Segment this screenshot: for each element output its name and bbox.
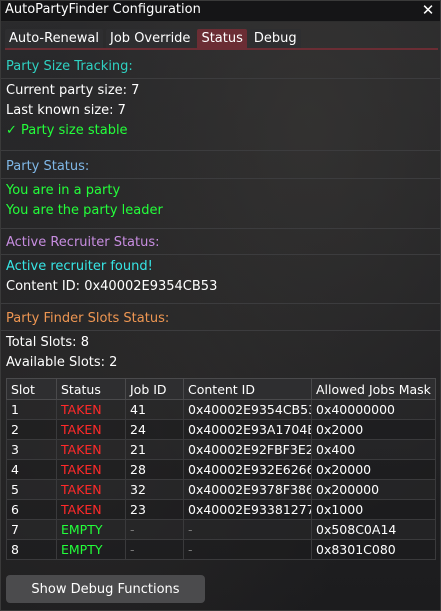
- tab-status[interactable]: Status: [197, 29, 247, 48]
- show-debug-functions-button[interactable]: Show Debug Functions: [6, 575, 205, 603]
- allowed-jobs-mask-cell: 0x400: [311, 439, 436, 460]
- job-id-cell: 41: [125, 399, 184, 420]
- job-id-cell: -: [125, 519, 184, 540]
- allowed-jobs-mask-cell: 0x200000: [311, 479, 436, 500]
- slot-cell: 2: [6, 419, 57, 440]
- section-divider: [1, 178, 440, 179]
- content-id-cell: -: [183, 519, 312, 540]
- table-row: 1 TAKEN 41 0x40002E9354CB53 0x40000000: [6, 399, 436, 420]
- section-divider: [1, 150, 440, 151]
- current-party-size: Current party size: 7: [6, 83, 140, 98]
- allowed-jobs-mask-cell: 0x508C0A14: [311, 519, 436, 540]
- slot-cell: 7: [6, 519, 57, 540]
- section-divider: [1, 228, 440, 229]
- slot-cell: 5: [6, 479, 57, 500]
- tab-underline: [5, 48, 438, 50]
- job-id-cell: 23: [125, 499, 184, 520]
- content-id-cell: 0x40002E93A1704E: [183, 419, 312, 440]
- table-header-row: Slot Status Job ID Content ID Allowed Jo…: [6, 378, 436, 400]
- table-row: 2 TAKEN 24 0x40002E93A1704E 0x2000: [6, 419, 436, 440]
- slot-cell: 3: [6, 439, 57, 460]
- slot-cell: 8: [6, 539, 57, 560]
- col-content-id-header: Content ID: [183, 378, 312, 400]
- job-id-cell: 28: [125, 459, 184, 480]
- allowed-jobs-mask-cell: 0x1000: [311, 499, 436, 520]
- col-job-id-header: Job ID: [125, 378, 184, 400]
- available-slots: Available Slots: 2: [6, 355, 118, 370]
- content-id-cell: 0x40002E92FBF3E2: [183, 439, 312, 460]
- content-id-cell: 0x40002E932E6266: [183, 459, 312, 480]
- status-cell: TAKEN: [56, 479, 126, 500]
- status-cell: EMPTY: [56, 539, 126, 560]
- job-id-cell: 32: [125, 479, 184, 500]
- recruiter-found: Active recruiter found!: [6, 259, 153, 274]
- status-cell: TAKEN: [56, 419, 126, 440]
- tab-job-override[interactable]: Job Override: [106, 29, 195, 48]
- status-cell: TAKEN: [56, 499, 126, 520]
- party-size-header: Party Size Tracking:: [6, 59, 133, 74]
- section-divider: [1, 78, 440, 79]
- config-window: AutoPartyFinder Configuration ✕ Auto-Ren…: [0, 0, 441, 611]
- status-cell: TAKEN: [56, 439, 126, 460]
- tab-bar: Auto-Renewal Job Override Status Debug: [5, 29, 301, 49]
- slots-header: Party Finder Slots Status:: [6, 311, 170, 326]
- total-slots: Total Slots: 8: [6, 335, 89, 350]
- slot-cell: 6: [6, 499, 57, 520]
- job-id-cell: 21: [125, 439, 184, 460]
- col-status-header: Status: [56, 378, 126, 400]
- table-row: 5 TAKEN 32 0x40002E9378F386 0x200000: [6, 479, 436, 500]
- title-bar[interactable]: AutoPartyFinder Configuration ✕: [1, 1, 440, 22]
- content-id-cell: 0x40002E93381277: [183, 499, 312, 520]
- recruiter-content-id: Content ID: 0x40002E9354CB53: [6, 279, 218, 294]
- slot-cell: 4: [6, 459, 57, 480]
- recruiter-header: Active Recruiter Status:: [6, 235, 160, 250]
- in-party-status: You are in a party: [6, 183, 121, 198]
- section-divider: [1, 303, 440, 304]
- job-id-cell: 24: [125, 419, 184, 440]
- allowed-jobs-mask-cell: 0x2000: [311, 419, 436, 440]
- col-allowed-jobs-header: Allowed Jobs Mask: [311, 378, 436, 400]
- status-cell: TAKEN: [56, 459, 126, 480]
- table-row: 8 EMPTY - -0x8301C080: [6, 539, 436, 560]
- party-size-stable: ✓ Party size stable: [6, 123, 128, 138]
- slot-cell: 1: [6, 399, 57, 420]
- table-row: 4 TAKEN 28 0x40002E932E6266 0x20000: [6, 459, 436, 480]
- status-cell: EMPTY: [56, 519, 126, 540]
- status-cell: TAKEN: [56, 399, 126, 420]
- allowed-jobs-mask-cell: 0x8301C080: [311, 539, 436, 560]
- section-divider: [1, 254, 440, 255]
- table-row: 7 EMPTY - -0x508C0A14: [6, 519, 436, 540]
- party-leader-status: You are the party leader: [6, 203, 163, 218]
- allowed-jobs-mask-cell: 0x20000: [311, 459, 436, 480]
- content-id-cell: -: [183, 539, 312, 560]
- window-title: AutoPartyFinder Configuration: [5, 2, 201, 17]
- tab-auto-renewal[interactable]: Auto-Renewal: [5, 29, 104, 48]
- col-slot-header: Slot: [6, 378, 57, 400]
- section-divider: [1, 330, 440, 331]
- job-id-cell: -: [125, 539, 184, 560]
- content-id-cell: 0x40002E9378F386: [183, 479, 312, 500]
- last-known-size: Last known size: 7: [6, 103, 126, 118]
- table-row: 3 TAKEN 21 0x40002E92FBF3E2 0x400: [6, 439, 436, 460]
- close-icon[interactable]: ✕: [421, 1, 435, 19]
- content-id-cell: 0x40002E9354CB53: [183, 399, 312, 420]
- tab-debug[interactable]: Debug: [249, 29, 301, 48]
- party-status-header: Party Status:: [6, 159, 90, 174]
- allowed-jobs-mask-cell: 0x40000000: [311, 399, 436, 420]
- slots-table: Slot Status Job ID Content ID Allowed Jo…: [6, 378, 436, 560]
- table-row: 6 TAKEN 23 0x40002E93381277 0x1000: [6, 499, 436, 520]
